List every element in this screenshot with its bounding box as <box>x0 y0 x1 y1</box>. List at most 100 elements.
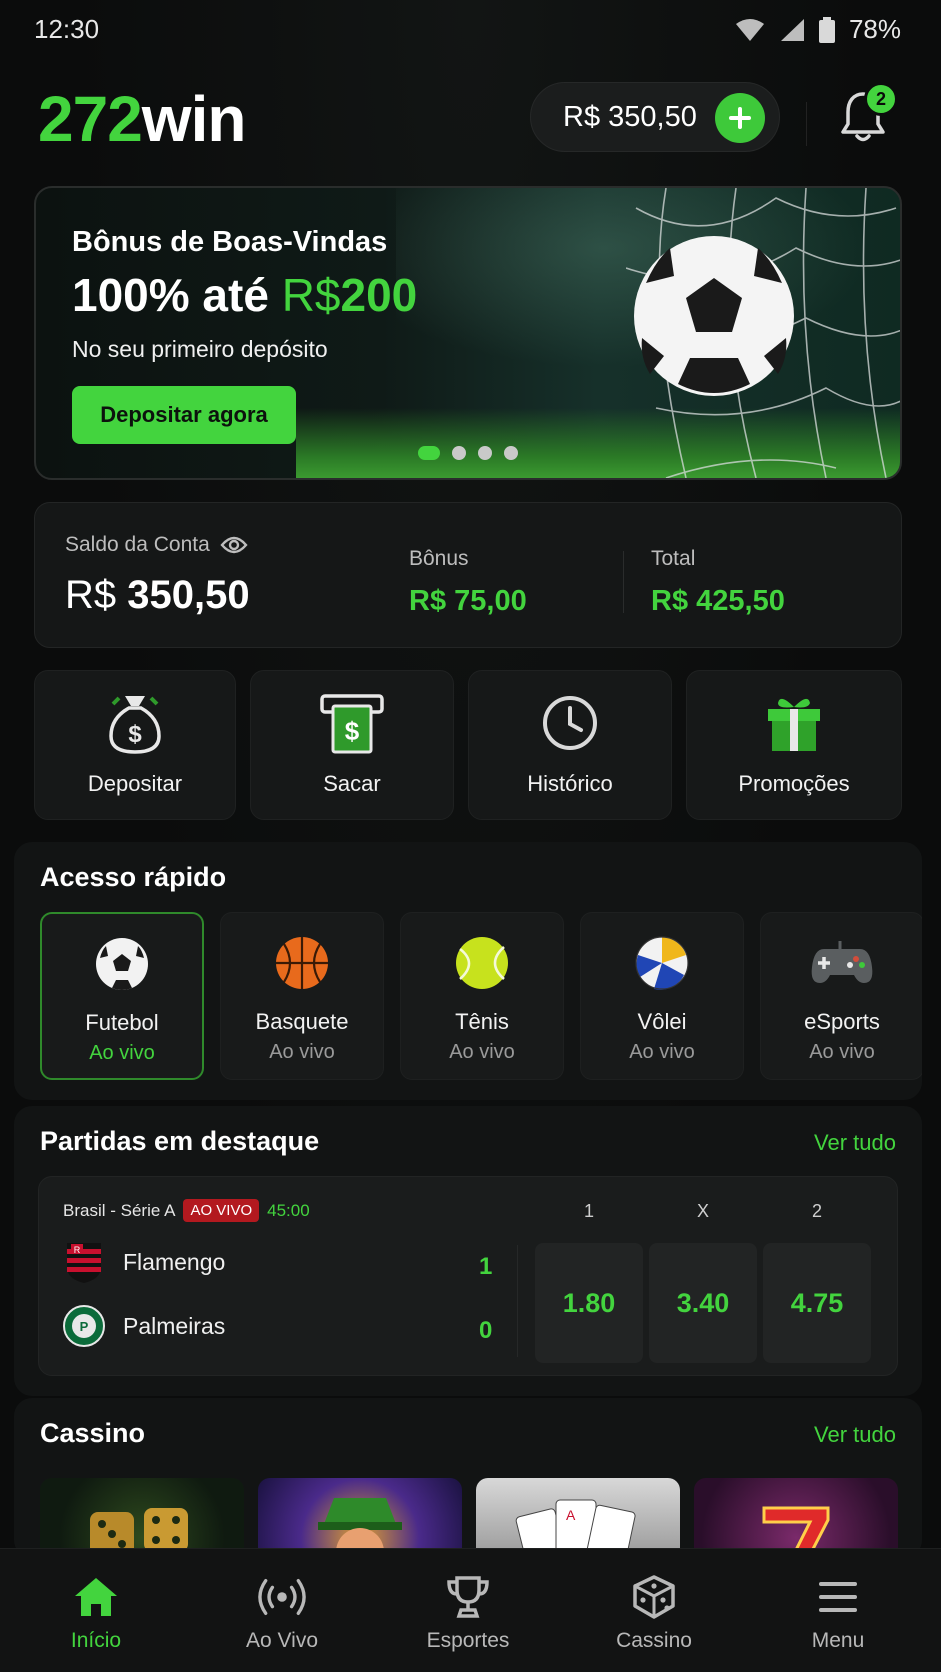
account-currency: R$ <box>65 573 117 617</box>
nav-inicio[interactable]: Início <box>16 1549 176 1672</box>
nav-ao-vivo[interactable]: Ao Vivo <box>202 1549 362 1672</box>
trophy-icon <box>444 1573 492 1621</box>
status-time: 12:30 <box>34 14 100 44</box>
odd-button-home[interactable]: 1.80 <box>535 1243 643 1363</box>
featured-matches-section: Partidas em destaque Ver tudo Brasil - S… <box>14 1106 922 1396</box>
sport-status: Ao vivo <box>89 1042 155 1064</box>
casino-game-dice[interactable] <box>40 1478 244 1558</box>
sport-card-esports[interactable]: eSports Ao vivo <box>760 912 922 1080</box>
carousel-dot[interactable] <box>418 446 440 460</box>
header-balance: R$ 350,50 <box>563 100 697 133</box>
match-league-row: Brasil - Série A AO VIVO 45:00 <box>63 1199 310 1222</box>
bottom-navigation: Início Ao Vivo Esportes Cassino Menu <box>0 1548 941 1672</box>
playing-cards-thumbnail-icon: A <box>515 1499 636 1558</box>
nav-label: Esportes <box>426 1629 510 1652</box>
casino-game-leprechaun[interactable] <box>258 1478 462 1558</box>
screen: 12:30 78% 272win R$ 350,50 2 Bônus de Bo… <box>0 0 941 1672</box>
odd-button-draw[interactable]: 3.40 <box>649 1243 757 1363</box>
account-balance: R$ 350,50 <box>65 573 250 618</box>
leprechaun-game-thumbnail-icon <box>318 1498 402 1558</box>
match-divider <box>517 1245 518 1357</box>
history-label: Histórico <box>527 771 613 796</box>
svg-text:R: R <box>74 1245 81 1255</box>
deposit-label: Depositar <box>87 771 183 796</box>
sport-status: Ao vivo <box>809 1041 875 1063</box>
flamengo-crest-icon: R <box>67 1243 101 1283</box>
status-icons: 78% <box>735 14 901 45</box>
dice-game-thumbnail-icon <box>90 1508 188 1556</box>
sport-name: Basquete <box>255 1009 349 1034</box>
carousel-dots <box>418 446 518 460</box>
promo-banner[interactable]: Bônus de Boas-Vindas 100% até R$200 No s… <box>34 186 902 480</box>
eye-icon[interactable] <box>220 535 248 555</box>
goal-net-icon <box>626 188 900 478</box>
sport-card-basquete[interactable]: Basquete Ao vivo <box>220 912 384 1080</box>
account-separator <box>623 551 624 613</box>
battery-icon <box>818 16 835 43</box>
carousel-dot[interactable] <box>478 446 492 460</box>
away-team-name: Palmeiras <box>123 1312 226 1339</box>
account-amount: 350,50 <box>127 573 250 617</box>
bonus-value: R$ 75,00 <box>409 585 527 617</box>
sport-name: eSports <box>804 1009 880 1034</box>
action-tiles: $ Depositar $ Sacar Histórico Promoções <box>34 670 902 820</box>
deposit-action[interactable]: $ Depositar <box>34 670 236 820</box>
home-score: 1 <box>479 1253 493 1280</box>
sport-card-tenis[interactable]: Tênis Ao vivo <box>400 912 564 1080</box>
carousel-dot[interactable] <box>452 446 466 460</box>
brand-logo[interactable]: 272win <box>38 82 246 156</box>
svg-text:P: P <box>80 1319 89 1334</box>
deposit-now-button[interactable]: Depositar agora <box>72 386 296 444</box>
quick-access-section: Acesso rápido Futebol Ao vivo Basquete A… <box>14 842 922 1100</box>
withdraw-label: Sacar <box>323 771 381 796</box>
nav-cassino[interactable]: Cassino <box>574 1549 734 1672</box>
cash-withdraw-icon: $ <box>319 691 385 755</box>
add-funds-button[interactable] <box>715 93 765 143</box>
nav-label: Ao Vivo <box>246 1629 318 1652</box>
promotions-action[interactable]: Promoções <box>686 670 902 820</box>
casino-game-cards[interactable]: A <box>476 1478 680 1558</box>
basketball-icon <box>276 937 328 989</box>
withdraw-action[interactable]: $ Sacar <box>250 670 454 820</box>
banner-note: No seu primeiro depósito <box>72 336 328 362</box>
match-card[interactable]: Brasil - Série A AO VIVO 45:00 R Flameng… <box>38 1176 898 1376</box>
odd-button-away[interactable]: 4.75 <box>763 1243 871 1363</box>
odd-label-draw: X <box>696 1201 709 1221</box>
odd-label-away: 2 <box>811 1201 822 1221</box>
balance-pill[interactable]: R$ 350,50 <box>530 82 780 152</box>
sport-status: Ao vivo <box>629 1041 695 1063</box>
featured-see-all-link[interactable]: Ver tudo <box>814 1130 896 1156</box>
dice-icon <box>630 1573 678 1621</box>
home-team: R Flamengo <box>63 1241 225 1283</box>
soccer-ball-icon <box>96 938 148 990</box>
header-divider <box>806 102 807 146</box>
home-icon <box>72 1573 120 1621</box>
battery-percent: 78% <box>848 14 901 44</box>
casino-section: Cassino Ver tudo A <box>14 1398 922 1558</box>
gift-icon <box>764 691 824 755</box>
home-team-name: Flamengo <box>123 1248 226 1275</box>
account-label: Saldo da Conta <box>65 533 210 556</box>
quick-access-title: Acesso rápido <box>40 862 227 892</box>
sport-name: Futebol <box>85 1010 159 1035</box>
svg-text:$: $ <box>345 716 360 746</box>
casino-game-slots[interactable] <box>694 1478 898 1558</box>
account-label-row: Saldo da Conta <box>65 533 248 557</box>
nav-esportes[interactable]: Esportes <box>388 1549 548 1672</box>
sport-status: Ao vivo <box>449 1041 515 1063</box>
gamepad-icon <box>811 941 873 983</box>
banner-headline-currency: R$ <box>281 269 341 321</box>
history-action[interactable]: Histórico <box>468 670 672 820</box>
lucky-seven-thumbnail-icon <box>762 1506 830 1558</box>
nav-menu[interactable]: Menu <box>758 1549 918 1672</box>
carousel-dot[interactable] <box>504 446 518 460</box>
logo-number: 272 <box>38 83 143 155</box>
svg-text:A: A <box>566 1507 576 1523</box>
notification-badge: 2 <box>864 82 898 116</box>
plus-icon <box>729 107 751 129</box>
sport-card-futebol[interactable]: Futebol Ao vivo <box>40 912 204 1080</box>
casino-title: Cassino <box>40 1418 146 1448</box>
sport-card-volei[interactable]: Vôlei Ao vivo <box>580 912 744 1080</box>
tennis-ball-icon <box>456 937 508 989</box>
casino-see-all-link[interactable]: Ver tudo <box>814 1422 896 1448</box>
